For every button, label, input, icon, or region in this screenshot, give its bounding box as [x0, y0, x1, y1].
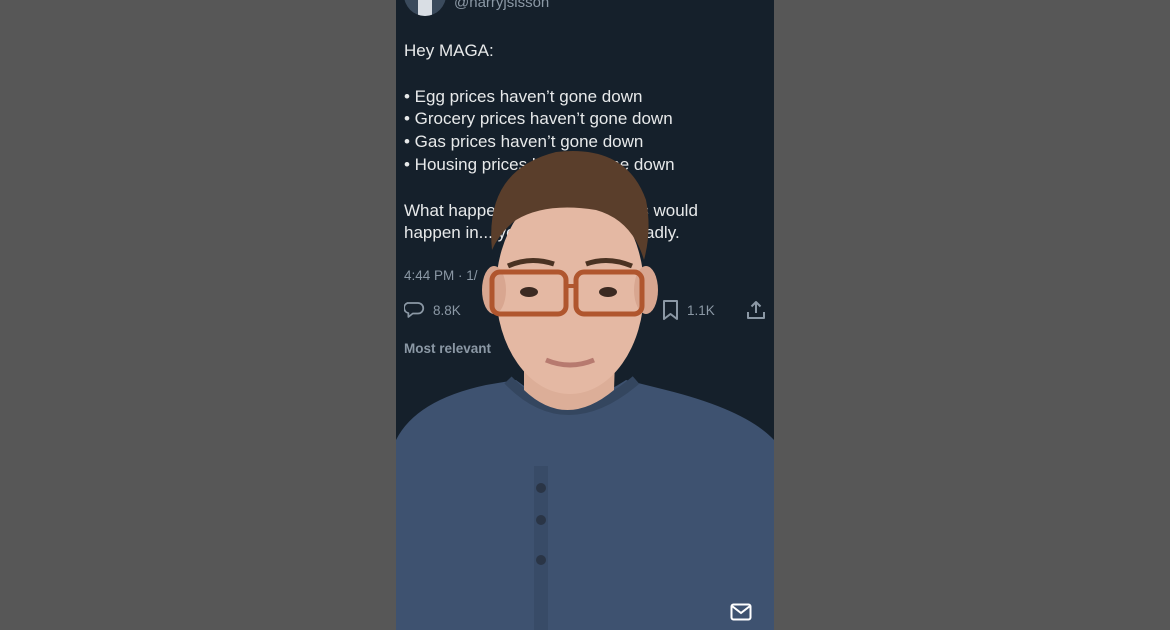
creator-video-overlay [396, 151, 774, 630]
messages-button[interactable] [722, 598, 760, 630]
user-handle[interactable]: @harryjsisson [454, 0, 549, 11]
bullet-grocery: • Grocery prices haven’t gone down [404, 109, 673, 129]
envelope-icon [730, 603, 752, 626]
tweet-screenshot: @harryjsisson Hey MAGA: • Egg prices hav… [396, 0, 774, 630]
avatar[interactable] [404, 0, 446, 16]
bullet-egg: • Egg prices haven’t gone down [404, 86, 643, 106]
tweet-intro: Hey MAGA: [404, 41, 494, 60]
